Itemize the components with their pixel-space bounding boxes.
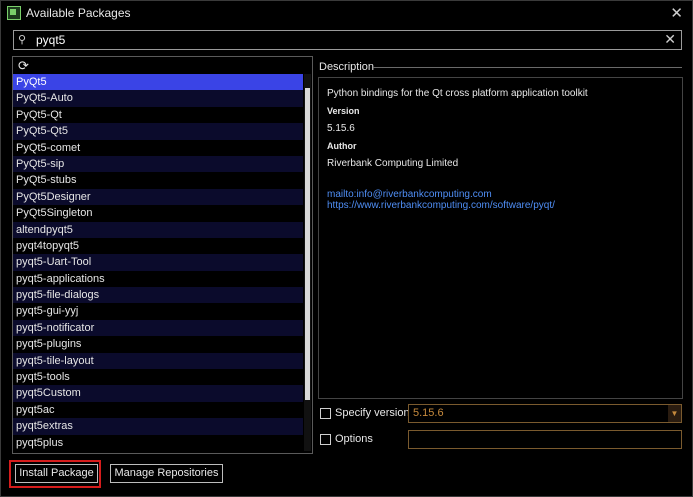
package-list-item[interactable]: pyqt5ac: [13, 401, 303, 419]
package-list-item[interactable]: PyQt5-Qt: [13, 106, 303, 124]
options-checkbox[interactable]: [320, 434, 331, 445]
version-select-value: 5.15.6: [413, 407, 444, 419]
package-list-item[interactable]: PyQt5-comet: [13, 139, 303, 156]
package-summary: Python bindings for the Qt cross platfor…: [327, 88, 588, 99]
version-value: 5.15.6: [327, 123, 355, 134]
package-list-item[interactable]: pyqt5-tile-layout: [13, 352, 303, 370]
author-heading: Author: [327, 141, 357, 151]
options-input[interactable]: [408, 430, 682, 449]
available-packages-window: Available Packages ✕ ⚲ pyqt5 ✕ ⟳ PyQt5 Py…: [0, 0, 693, 497]
package-rows: PyQt5 PyQt5-Auto PyQt5-Qt PyQt5-Qt5 PyQt5-co…: [13, 74, 303, 451]
package-list-item[interactable]: altendpyqt5: [13, 221, 303, 238]
author-value: Riverbank Computing Limited: [327, 158, 459, 169]
package-list-item[interactable]: pyqt4topyqt5: [13, 237, 303, 255]
specify-version-checkbox[interactable]: [320, 408, 331, 419]
refresh-icon[interactable]: ⟳: [18, 58, 29, 74]
search-value[interactable]: pyqt5: [36, 33, 65, 47]
package-list-item[interactable]: pyqt5-file-dialogs: [13, 287, 303, 304]
package-list-item[interactable]: pyqt5-tools: [13, 369, 303, 386]
package-list-item[interactable]: pyqt5-applications: [13, 270, 303, 288]
manage-repositories-button[interactable]: Manage Repositories: [110, 464, 223, 483]
package-list-item[interactable]: PyQt5-Auto: [13, 90, 303, 107]
package-list-item[interactable]: pyqt5-Uart-Tool: [13, 254, 303, 271]
package-list-item[interactable]: PyQt5-stubs: [13, 172, 303, 189]
package-list-item[interactable]: pyqt5-gui-yyj: [13, 303, 303, 320]
package-list-item[interactable]: PyQt5-sip: [13, 155, 303, 173]
package-list-item[interactable]: pyqt5Custom: [13, 385, 303, 402]
package-list-item[interactable]: pyqt5plus: [13, 434, 303, 451]
description-label: Description: [319, 61, 375, 73]
window-title: Available Packages: [26, 6, 131, 20]
package-list-item[interactable]: PyQt5Designer: [13, 188, 303, 206]
list-scrollbar-thumb[interactable]: [305, 88, 310, 400]
package-list-item[interactable]: PyQt5Singleton: [13, 205, 303, 222]
version-select[interactable]: 5.15.6 ▼: [408, 404, 682, 423]
clear-search-icon[interactable]: ✕: [664, 31, 676, 48]
specify-version-label: Specify version: [335, 407, 410, 419]
search-icon: ⚲: [18, 34, 27, 46]
description-divider: [373, 67, 682, 68]
package-list-item[interactable]: pyqt5-plugins: [13, 336, 303, 353]
options-label: Options: [335, 433, 373, 445]
package-list-item[interactable]: PyQt5: [13, 74, 303, 91]
package-list-item[interactable]: PyQt5-Qt5: [13, 123, 303, 140]
title-bar: Available Packages ✕: [1, 1, 692, 25]
install-package-button[interactable]: Install Package: [15, 464, 98, 483]
package-list-item[interactable]: pyqt5-notificator: [13, 319, 303, 337]
package-list-item[interactable]: pyqt5extras: [13, 418, 303, 435]
app-icon: [7, 6, 21, 20]
search-input[interactable]: ⚲ pyqt5 ✕: [13, 30, 682, 50]
mailto-link[interactable]: mailto:info@riverbankcomputing.com: [327, 189, 492, 200]
close-icon[interactable]: ✕: [670, 4, 683, 22]
package-list[interactable]: ⟳ PyQt5 PyQt5-Auto PyQt5-Qt PyQt5-Qt5 PyQt5-…: [12, 56, 313, 454]
homepage-link[interactable]: https://www.riverbankcomputing.com/softw…: [327, 200, 555, 211]
version-heading: Version: [327, 106, 360, 116]
list-scrollbar[interactable]: [304, 74, 311, 451]
description-panel: Python bindings for the Qt cross platfor…: [318, 77, 683, 399]
chevron-down-icon[interactable]: ▼: [668, 405, 681, 422]
